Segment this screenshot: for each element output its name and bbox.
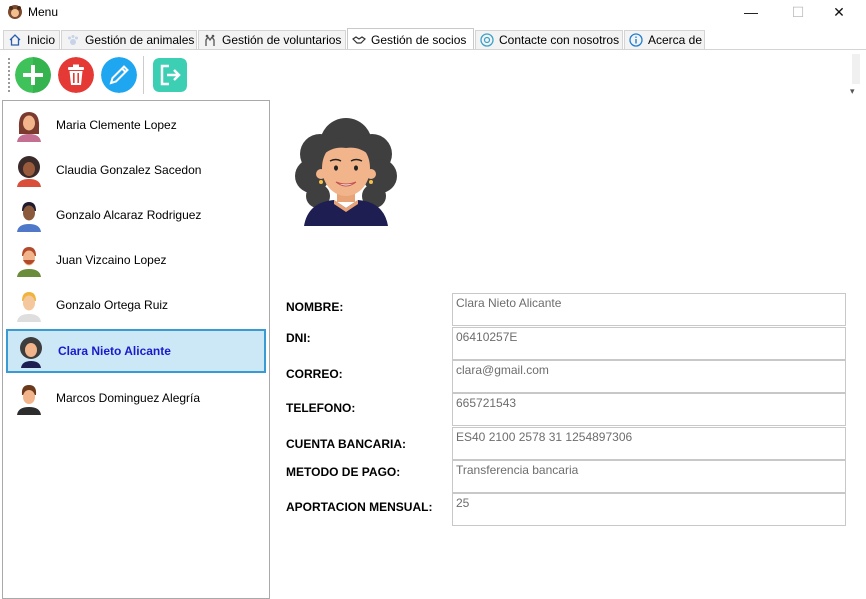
close-button[interactable]: ✕ — [816, 0, 862, 24]
field-label-correo: CORREO: — [286, 367, 343, 381]
metodo-pago-field[interactable]: Transferencia bancaria — [452, 460, 846, 493]
main-tabs: Inicio Gestión de animales Gestión de vo… — [0, 28, 866, 50]
tab-label: Gestión de animales — [85, 33, 195, 47]
tab-label: Acerca de — [648, 33, 703, 47]
home-icon — [9, 34, 21, 46]
member-name: Clara Nieto Alicante — [58, 344, 171, 358]
member-name: Gonzalo Ortega Ruiz — [56, 298, 169, 312]
handshake-icon — [352, 35, 366, 44]
title-bar: Menu — ☐ ✕ — [0, 0, 866, 26]
nombre-field[interactable]: Clara Nieto Alicante — [452, 293, 846, 326]
volunteers-icon — [205, 34, 215, 46]
list-item[interactable]: Claudia Gonzalez Sacedon — [6, 149, 266, 191]
field-label-cuenta-bancaria: CUENTA BANCARIA: — [286, 437, 406, 451]
exit-icon[interactable] — [153, 58, 187, 92]
toolbar-grip[interactable] — [8, 58, 12, 92]
field-label-telefono: TELEFONO: — [286, 401, 356, 415]
telefono-field[interactable]: 665721543 — [452, 393, 846, 426]
tab-acerca-de[interactable]: Acerca de — [624, 30, 705, 49]
member-name: Claudia Gonzalez Sacedon — [56, 163, 202, 177]
tab-label: Contacte con nosotros — [499, 33, 620, 47]
member-name: Juan Vizcaino Lopez — [56, 253, 167, 267]
field-label-aportacion-mensual: APORTACION MENSUAL: — [286, 500, 433, 514]
toolbar-scrollbar[interactable] — [852, 54, 860, 84]
man-brown-hair-avatar — [17, 385, 41, 415]
tab-label: Gestión de socios — [371, 32, 467, 47]
man-blond-avatar — [17, 292, 41, 322]
list-item[interactable]: Juan Vizcaino Lopez — [6, 239, 266, 281]
paw-icon — [68, 35, 78, 45]
add-icon[interactable] — [15, 57, 51, 93]
member-name: Gonzalo Alcaraz Rodriguez — [56, 208, 202, 222]
woman-curly-avatar — [20, 337, 42, 368]
aportacion-mensual-field[interactable]: 25 — [452, 493, 846, 526]
tab-label: Inicio — [27, 33, 56, 47]
tab-gestion-animales[interactable]: Gestión de animales — [61, 30, 197, 49]
app-logo-icon — [8, 5, 22, 19]
maximize-button[interactable]: ☐ — [775, 0, 821, 24]
tab-contacte[interactable]: Contacte con nosotros — [475, 30, 623, 49]
woman-long-hair-avatar — [17, 112, 41, 142]
list-item[interactable]: Gonzalo Ortega Ruiz — [6, 284, 266, 326]
pencil-icon[interactable] — [101, 57, 137, 93]
contact-icon — [480, 33, 494, 47]
tab-gestion-voluntarios[interactable]: Gestión de voluntarios — [198, 30, 346, 49]
correo-field[interactable]: clara@gmail.com — [452, 360, 846, 393]
trash-icon[interactable] — [58, 57, 94, 93]
member-name: Marcos Dominguez Alegría — [56, 391, 201, 405]
list-item-selected[interactable]: Clara Nieto Alicante — [6, 329, 266, 373]
man-dark-avatar — [17, 202, 41, 232]
list-item[interactable]: Maria Clemente Lopez — [6, 104, 266, 146]
field-label-metodo-pago: METODO DE PAGO: — [286, 465, 401, 479]
dni-field[interactable]: 06410257E — [452, 327, 846, 360]
tab-label: Gestión de voluntarios — [222, 33, 342, 47]
toolbar-separator — [143, 56, 144, 94]
cuenta-bancaria-field[interactable]: ES40 2100 2578 31 1254897306 — [452, 427, 846, 460]
scroll-down-arrow[interactable]: ▾ — [850, 86, 855, 97]
member-photo — [295, 118, 397, 226]
field-label-dni: DNI: — [286, 331, 311, 345]
list-item[interactable]: Gonzalo Alcaraz Rodriguez — [6, 194, 266, 236]
tab-inicio[interactable]: Inicio — [3, 30, 60, 49]
toolbar — [0, 50, 866, 98]
woman-curly-hair-avatar — [17, 156, 41, 187]
man-beard-avatar — [17, 247, 41, 277]
list-item[interactable]: Marcos Dominguez Alegría — [6, 377, 266, 419]
window-title: Menu — [28, 5, 59, 19]
minimize-button[interactable]: — — [728, 0, 774, 24]
tab-gestion-socios[interactable]: Gestión de socios — [347, 28, 474, 50]
members-list[interactable]: Maria Clemente Lopez Claudia Gonzalez Sa… — [2, 100, 270, 599]
info-icon — [629, 33, 643, 47]
member-name: Maria Clemente Lopez — [56, 118, 177, 132]
field-label-nombre: NOMBRE: — [286, 300, 344, 314]
